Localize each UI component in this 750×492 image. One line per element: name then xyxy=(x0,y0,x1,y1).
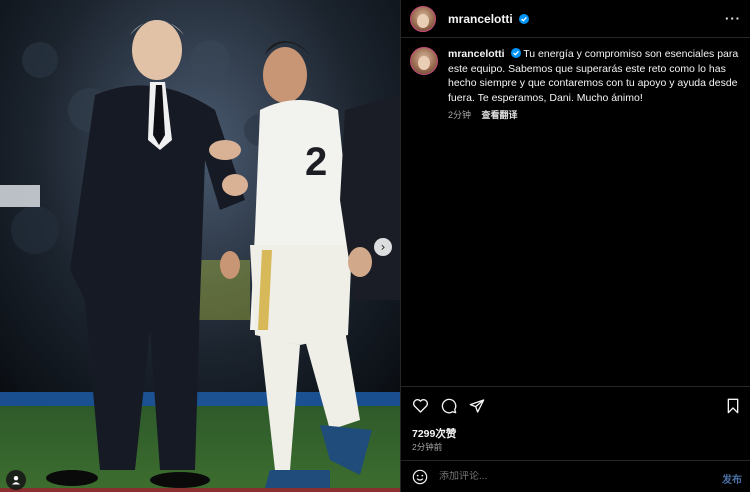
header-username[interactable]: mrancelotti xyxy=(448,12,530,26)
verified-badge-icon xyxy=(519,13,530,24)
caption-meta: 2分钟 查看翻译 xyxy=(448,108,518,121)
more-horizontal-icon[interactable]: ··· xyxy=(725,11,741,26)
post-time: 2分钟前 xyxy=(412,442,443,452)
chevron-right-icon[interactable]: › xyxy=(374,238,392,256)
comment-bar: 发布 xyxy=(401,460,750,492)
comment-bubble-icon[interactable] xyxy=(441,398,457,414)
comment-input[interactable] xyxy=(439,471,689,482)
caption: mrancelotti Tu energía y compromiso son … xyxy=(410,47,740,105)
user-icon[interactable] xyxy=(6,470,26,490)
like-count[interactable]: 7299次赞 xyxy=(412,426,456,441)
instagram-post: 2 › mrancelotti ··· mrancelotti Tu energ… xyxy=(0,0,750,492)
bookmark-icon[interactable] xyxy=(726,398,740,414)
caption-username[interactable]: mrancelotti xyxy=(448,48,505,60)
post-header: mrancelotti ··· xyxy=(401,0,750,38)
heart-icon[interactable] xyxy=(412,398,429,413)
send-icon[interactable] xyxy=(469,398,485,414)
verified-badge-icon xyxy=(510,48,521,58)
caption-text-block: mrancelotti Tu energía y compromiso son … xyxy=(448,47,740,105)
action-bar xyxy=(401,386,750,422)
translate-link[interactable]: 查看翻译 xyxy=(482,110,518,120)
caption-avatar[interactable] xyxy=(410,47,438,75)
photo-scene: 2 xyxy=(0,0,400,492)
jersey-number: 2 xyxy=(305,140,327,184)
post-comment-button[interactable]: 发布 xyxy=(722,471,742,486)
post-photo[interactable]: 2 › xyxy=(0,0,400,492)
header-username-text[interactable]: mrancelotti xyxy=(448,12,513,26)
post-side-panel: mrancelotti ··· mrancelotti Tu energía y… xyxy=(400,0,750,492)
caption-age: 2分钟 xyxy=(448,110,472,120)
smiley-icon[interactable] xyxy=(412,469,428,485)
avatar[interactable] xyxy=(410,5,436,32)
